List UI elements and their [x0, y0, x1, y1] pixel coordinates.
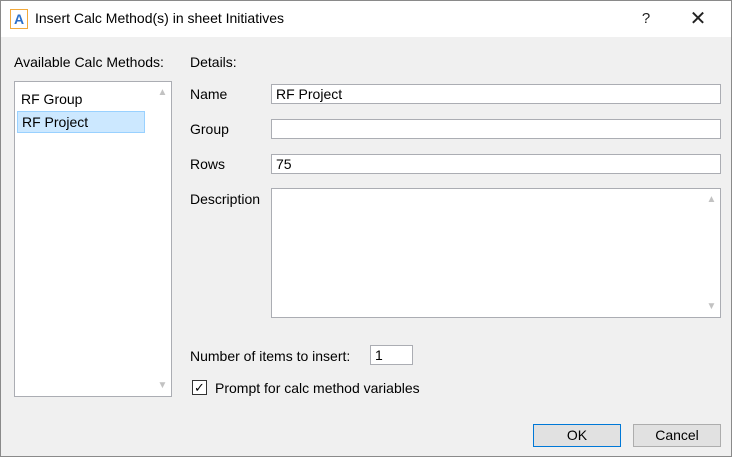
close-button[interactable]: ✕	[675, 1, 721, 37]
scroll-down-icon[interactable]: ▼	[703, 298, 720, 315]
rows-label: Rows	[190, 156, 226, 172]
app-icon: A	[10, 9, 28, 29]
help-button[interactable]: ?	[623, 1, 669, 37]
calc-methods-list[interactable]: RF Group RF Project ▲ ▼	[14, 81, 172, 397]
rows-field[interactable]: 75	[271, 154, 721, 174]
available-methods-label: Available Calc Methods:	[14, 54, 164, 70]
description-label: Description	[190, 191, 261, 207]
cancel-button[interactable]: Cancel	[633, 424, 721, 447]
scroll-up-icon[interactable]: ▲	[154, 84, 171, 101]
list-scrollbar[interactable]: ▲ ▼	[154, 82, 171, 396]
group-label: Group	[190, 121, 229, 137]
description-textarea[interactable]: ▲ ▼	[271, 188, 721, 318]
ok-button[interactable]: OK	[533, 424, 621, 447]
prompt-variables-checkbox[interactable]: ✓	[192, 380, 207, 395]
dialog-window: A Insert Calc Method(s) in sheet Initiat…	[0, 0, 732, 457]
list-item-rf-project[interactable]: RF Project	[17, 111, 145, 133]
scroll-down-icon[interactable]: ▼	[154, 377, 171, 394]
scroll-up-icon[interactable]: ▲	[703, 191, 720, 208]
items-to-insert-field[interactable]: 1	[370, 345, 413, 365]
dialog-title: Insert Calc Method(s) in sheet Initiativ…	[35, 10, 284, 26]
name-field[interactable]: RF Project	[271, 84, 721, 104]
title-bar: A Insert Calc Method(s) in sheet Initiat…	[1, 1, 731, 37]
description-scrollbar[interactable]: ▲ ▼	[703, 189, 720, 317]
list-item-rf-group[interactable]: RF Group	[17, 88, 145, 110]
group-field[interactable]	[271, 119, 721, 139]
name-label: Name	[190, 86, 228, 102]
items-to-insert-label: Number of items to insert:	[190, 348, 351, 364]
details-label: Details:	[190, 54, 237, 70]
prompt-variables-label: Prompt for calc method variables	[215, 380, 420, 396]
